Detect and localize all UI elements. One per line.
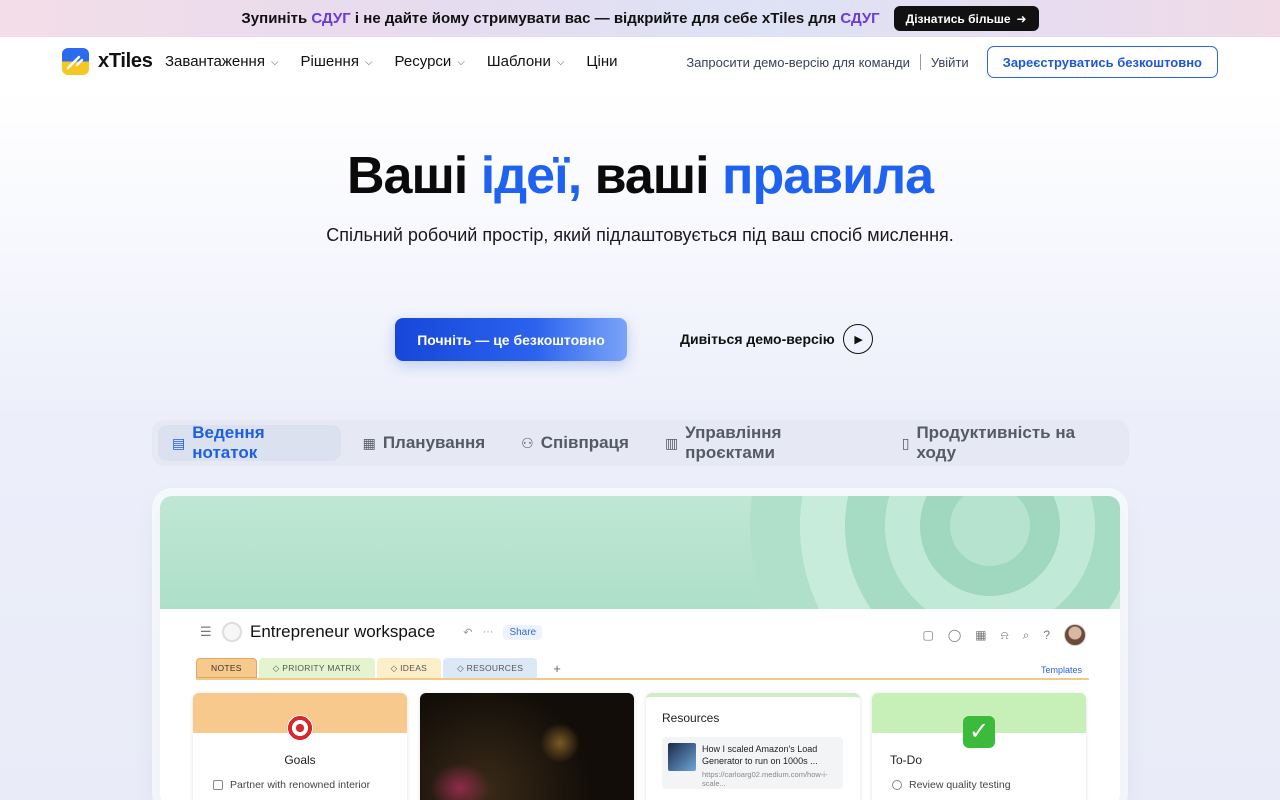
share-button[interactable]: Share <box>503 624 543 640</box>
page-tab-notes[interactable]: NOTES <box>196 658 257 678</box>
calendar-icon[interactable]: ▦ <box>975 628 986 642</box>
watch-demo-button[interactable]: Дивіться демо-версію ▶ <box>680 324 873 354</box>
hero-subtitle: Спільний робочий простір, який підлаштов… <box>326 225 954 245</box>
goals-card[interactable]: Goals Partner with renowned interior <box>193 693 407 800</box>
phone-icon: ▯ <box>901 434 910 451</box>
workspace-header: ☰ Entrepreneur workspace ↶ ··· Share <box>200 622 543 642</box>
chevron-down-icon: ⌵ <box>457 57 465 68</box>
tab-planning[interactable]: ▦ Планування <box>349 425 500 461</box>
document-icon: ▥ <box>664 434 679 451</box>
image-card[interactable] <box>420 693 634 800</box>
menu-item-pricing[interactable]: Ціни <box>586 53 617 70</box>
play-icon: ▶ <box>842 324 873 354</box>
card-title: Goals <box>284 753 316 767</box>
promo-bar: Зупиніть СДУГ і не дайте йому стримувати… <box>0 0 1280 37</box>
chevron-down-icon: ⌵ <box>270 57 279 68</box>
menu-item-templates[interactable]: Шаблони ⌵ <box>487 53 565 70</box>
todo-card[interactable]: ✓ To-Do Review quality testing <box>872 693 1086 800</box>
notes-icon: ▤ <box>172 434 186 451</box>
more-icon[interactable]: ··· <box>482 626 493 638</box>
workspace-title: Entrepreneur workspace <box>250 622 436 641</box>
menu-item-solutions[interactable]: Рішення ⌵ <box>301 53 373 70</box>
undo-icon[interactable]: ↶ <box>463 626 472 639</box>
feature-tabs: ▤ Ведення нотаток ▦ Планування ⚇ Співпра… <box>152 420 1129 466</box>
chevron-down-icon: ⌵ <box>556 57 565 68</box>
radio[interactable] <box>892 780 902 790</box>
check-circle-icon[interactable]: ◯ <box>948 628 961 642</box>
logo-icon <box>62 48 89 75</box>
signup-button[interactable]: Зареєструватись безкоштовно <box>986 46 1218 78</box>
promo-text: Зупиніть СДУГ і не дайте йому стримувати… <box>241 10 880 27</box>
workspace-banner <box>160 496 1120 609</box>
login-link[interactable]: Увійти <box>931 55 969 70</box>
thumbnail <box>668 743 696 771</box>
logo-text: xTiles <box>98 50 153 72</box>
product-preview: ☰ Entrepreneur workspace ↶ ··· Share ▢ ◯… <box>160 496 1120 800</box>
bell-icon[interactable]: ⍾ <box>1001 628 1009 643</box>
start-free-button[interactable]: Почніть — це безкоштовно <box>395 318 627 361</box>
list-item: Review quality testing <box>892 779 1011 791</box>
learn-more-button[interactable]: Дізнатись більше ➜ <box>893 6 1039 31</box>
help-icon[interactable]: ? <box>1043 628 1050 642</box>
workspace-toolbar: ▢ ◯ ▦ ⍾ ⌕ ? <box>923 624 1086 646</box>
avatar[interactable] <box>1064 624 1086 646</box>
page-tab-priority-matrix[interactable]: ◇ PRIORITY MATRIX <box>258 658 375 678</box>
search-icon[interactable]: ⌕ <box>1023 628 1030 643</box>
calendar-icon: ▦ <box>362 434 376 451</box>
menu-icon[interactable]: ☰ <box>200 624 214 640</box>
target-icon <box>193 715 407 748</box>
team-icon: ⚇ <box>521 434 534 451</box>
resources-card[interactable]: Resources How I scaled Amazon's Load Gen… <box>646 693 860 800</box>
card-title: Resources <box>662 711 720 725</box>
card-title: To-Do <box>890 753 923 767</box>
tab-mobile-productivity[interactable]: ▯ Продуктивність на ходу <box>888 423 1123 462</box>
list-item: Partner with renowned interior <box>213 779 370 791</box>
templates-link[interactable]: Templates <box>1041 665 1082 675</box>
page-tabs: NOTES ◇ PRIORITY MATRIX ◇ IDEAS ◇ RESOUR… <box>196 658 1089 680</box>
tab-project-management[interactable]: ▥ Управління проєктами <box>651 423 880 462</box>
menu-item-downloads[interactable]: Завантаження ⌵ <box>165 53 279 70</box>
add-page-icon[interactable]: + <box>539 658 575 678</box>
top-nav: xTiles Завантаження ⌵ Рішення ⌵ Ресурси ⌵ Ш… <box>0 37 1280 87</box>
menu-item-resources[interactable]: Ресурси ⌵ <box>395 53 465 70</box>
tab-note-taking[interactable]: ▤ Ведення нотаток <box>158 423 341 462</box>
checkbox[interactable] <box>213 780 223 790</box>
workspace-tools: ↶ ··· Share <box>463 624 543 640</box>
request-demo-link[interactable]: Запросити демо-версію для команди <box>686 55 910 70</box>
main-menu: Завантаження ⌵ Рішення ⌵ Ресурси ⌵ Шаблони ⌵… <box>165 53 618 70</box>
resource-link[interactable]: How I scaled Amazon's Load Generator to … <box>662 737 843 789</box>
check-mark-icon: ✓ <box>872 715 1086 748</box>
page-icon[interactable]: ▢ <box>923 628 934 642</box>
page-tab-resources[interactable]: ◇ RESOURCES <box>443 658 538 678</box>
divider <box>919 54 921 70</box>
page-tab-ideas[interactable]: ◇ IDEAS <box>376 658 442 678</box>
hero-title: Ваші ідеї, ваші правила <box>346 147 934 205</box>
nav-actions: Запросити демо-версію для команди Увійти… <box>686 46 1218 78</box>
logo[interactable]: xTiles <box>62 48 153 75</box>
chevron-down-icon: ⌵ <box>364 57 373 68</box>
tab-collaboration[interactable]: ⚇ Співпраця <box>507 425 643 461</box>
workspace-icon <box>222 622 242 642</box>
arrow-right-icon: ➜ <box>1016 11 1027 26</box>
